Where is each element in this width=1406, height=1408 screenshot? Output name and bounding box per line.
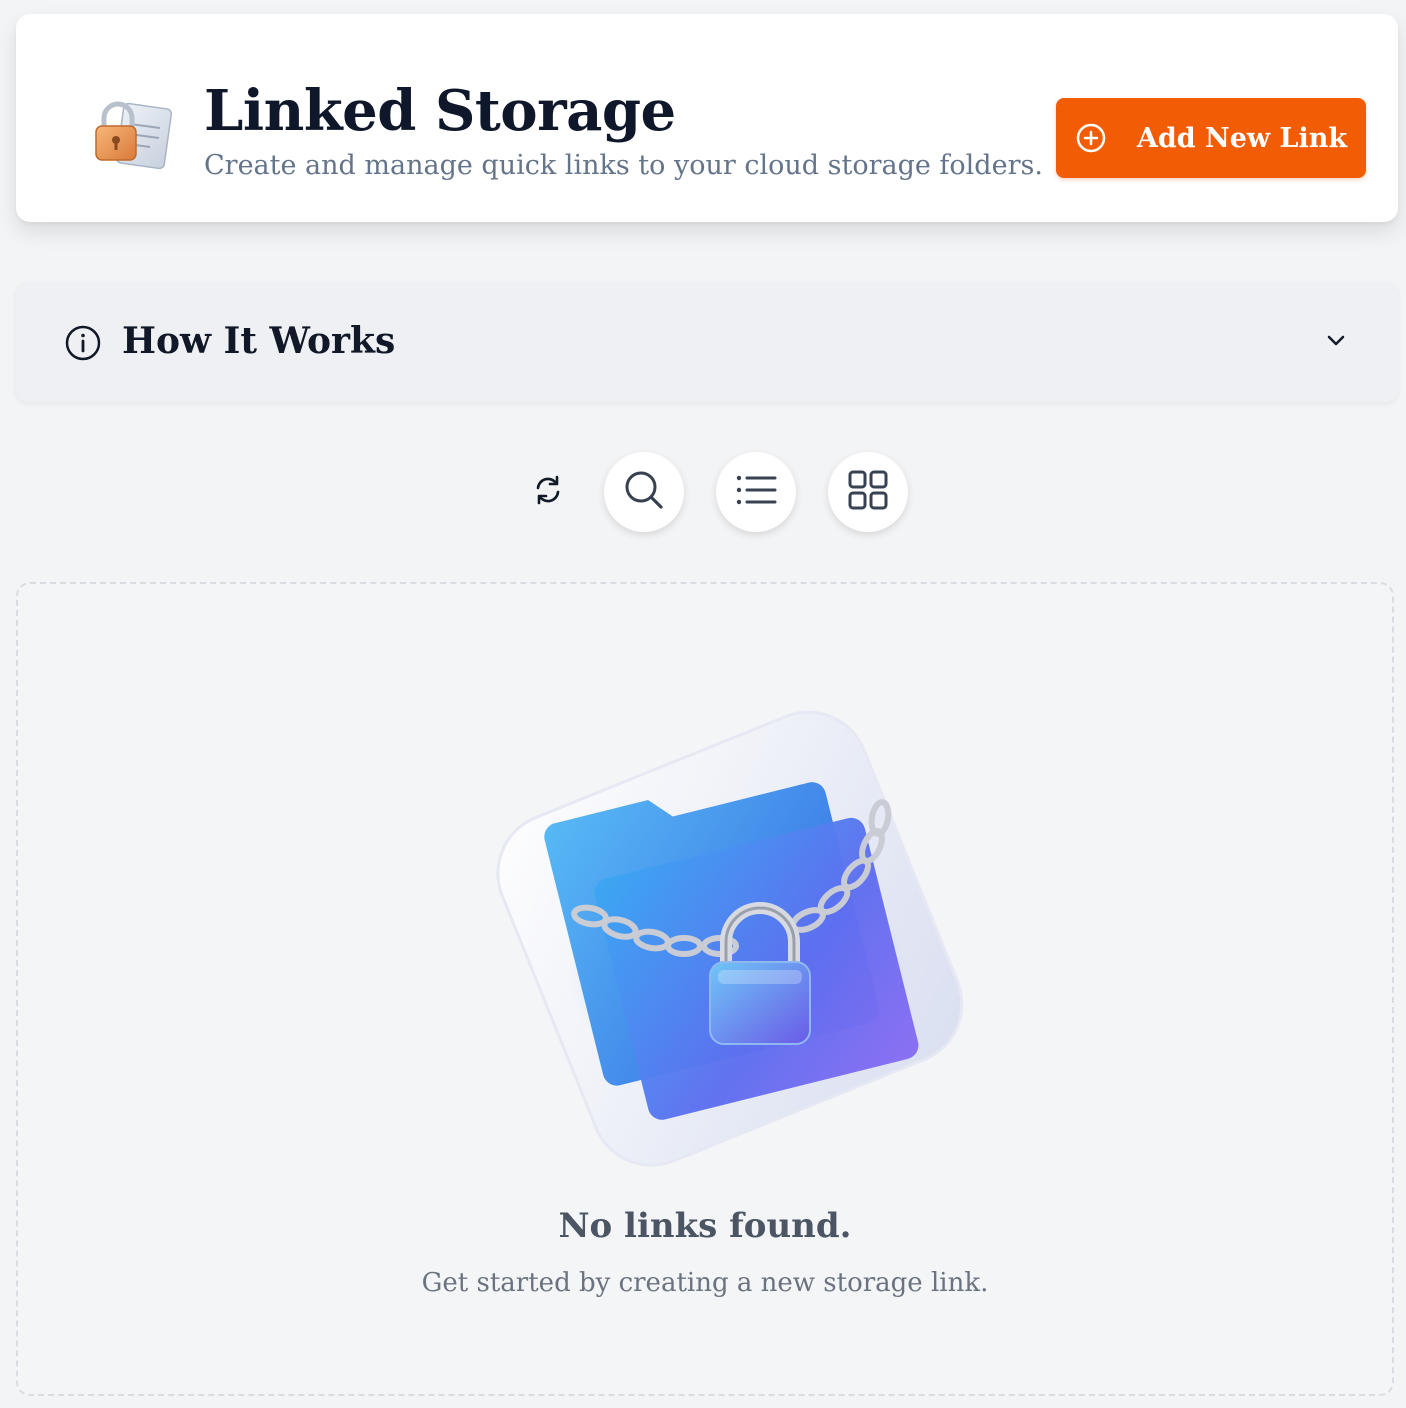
page-subtitle: Create and manage quick links to your cl… xyxy=(204,150,1043,181)
add-new-link-label: Add New Link xyxy=(1136,122,1348,154)
search-button[interactable] xyxy=(604,452,684,532)
list-view-button[interactable] xyxy=(716,452,796,532)
add-new-link-button[interactable]: Add New Link xyxy=(1056,98,1366,178)
how-it-works-title: How It Works xyxy=(122,320,396,362)
info-icon xyxy=(64,324,102,362)
padlock-document-icon xyxy=(90,94,176,174)
empty-state-title: No links found. xyxy=(558,1206,852,1246)
locked-folder-chain-icon xyxy=(458,674,998,1174)
empty-state-subtitle: Get started by creating a new storage li… xyxy=(421,1268,989,1298)
list-view-icon xyxy=(734,470,778,514)
refresh-icon xyxy=(531,473,565,511)
grid-view-button[interactable] xyxy=(828,452,908,532)
plus-circle-icon xyxy=(1075,122,1107,154)
how-it-works-accordion[interactable]: How It Works xyxy=(16,282,1398,402)
links-empty-state: No links found. Get started by creating … xyxy=(16,582,1394,1396)
search-icon xyxy=(622,468,666,516)
grid-view-icon xyxy=(847,469,889,515)
page-title: Linked Storage xyxy=(204,78,676,144)
refresh-button[interactable] xyxy=(526,470,570,514)
header-card: Linked Storage Create and manage quick l… xyxy=(16,14,1398,222)
linked-storage-page: Linked Storage Create and manage quick l… xyxy=(0,0,1406,1408)
chevron-down-icon[interactable] xyxy=(1324,328,1348,352)
